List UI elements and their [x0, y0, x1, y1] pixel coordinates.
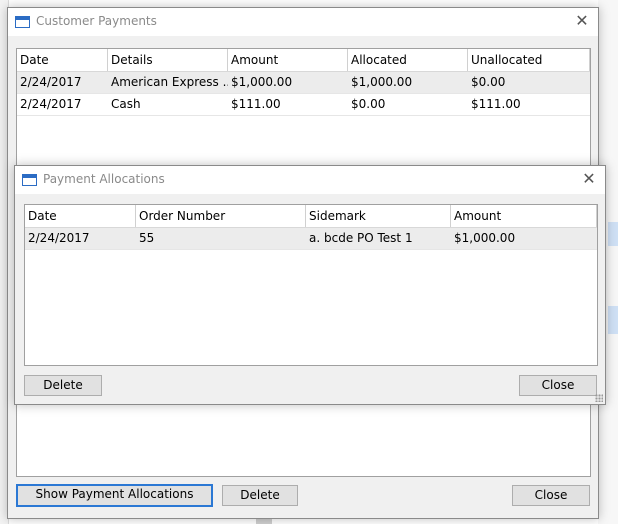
cell-unallocated: $0.00	[471, 75, 506, 89]
column-header-details[interactable]: Details	[108, 49, 228, 71]
close-icon[interactable]: ✕	[574, 12, 590, 30]
column-header-date[interactable]: Date	[25, 205, 136, 227]
payment-allocations-header: Date Order Number Sidemark Amount	[25, 205, 597, 228]
cell-unallocated: $111.00	[471, 97, 521, 111]
background-app-right-marker-1	[608, 222, 618, 246]
window-icon	[15, 16, 30, 28]
background-app-right-marker-2	[608, 306, 618, 334]
payment-allocations-titlebar[interactable]: Payment Allocations ✕	[15, 166, 605, 194]
show-payment-allocations-button[interactable]: Show Payment Allocations	[16, 484, 213, 507]
column-header-sidemark[interactable]: Sidemark	[306, 205, 451, 227]
cell-allocated: $0.00	[351, 97, 386, 111]
cell-date: 2/24/2017	[20, 75, 82, 89]
cell-details: Cash	[111, 97, 141, 111]
column-header-amount[interactable]: Amount	[228, 49, 348, 71]
table-row[interactable]: 2/24/2017 American Express ... $1,000.00…	[17, 72, 590, 94]
close-payment-allocations-button[interactable]: Close	[519, 375, 597, 396]
table-row[interactable]: 2/24/2017 Cash $111.00 $0.00 $111.00	[17, 94, 590, 116]
cell-date: 2/24/2017	[20, 97, 82, 111]
table-row[interactable]: 2/24/2017 55 a. bcde PO Test 1 $1,000.00	[25, 228, 597, 250]
customer-payments-header: Date Details Amount Allocated Unallocate…	[17, 49, 590, 72]
cell-sidemark: a. bcde PO Test 1	[309, 231, 413, 245]
payment-allocations-grid[interactable]: Date Order Number Sidemark Amount 2/24/2…	[24, 204, 598, 366]
customer-payments-title: Customer Payments	[36, 14, 157, 28]
cell-amount: $1,000.00	[454, 231, 516, 245]
cell-date: 2/24/2017	[28, 231, 90, 245]
cell-amount: $1,000.00	[231, 75, 293, 89]
close-customer-payments-button[interactable]: Close	[512, 485, 590, 506]
resize-grip-icon[interactable]	[595, 394, 603, 402]
cell-order-number: 55	[139, 231, 155, 245]
column-header-amount[interactable]: Amount	[451, 205, 597, 227]
customer-payments-titlebar[interactable]: Customer Payments ✕	[8, 8, 598, 36]
delete-allocation-button[interactable]: Delete	[24, 375, 102, 396]
delete-payment-button[interactable]: Delete	[222, 485, 298, 506]
payment-allocations-title: Payment Allocations	[43, 172, 165, 186]
column-header-date[interactable]: Date	[17, 49, 108, 71]
cell-allocated: $1,000.00	[351, 75, 413, 89]
column-header-allocated[interactable]: Allocated	[348, 49, 468, 71]
column-header-unallocated[interactable]: Unallocated	[468, 49, 590, 71]
cell-details: American Express ...	[111, 75, 228, 89]
close-icon[interactable]: ✕	[581, 170, 597, 188]
window-icon	[22, 174, 37, 186]
column-header-order-number[interactable]: Order Number	[136, 205, 306, 227]
cell-amount: $111.00	[231, 97, 281, 111]
payment-allocations-window: Payment Allocations ✕ Date Order Number …	[14, 165, 606, 405]
